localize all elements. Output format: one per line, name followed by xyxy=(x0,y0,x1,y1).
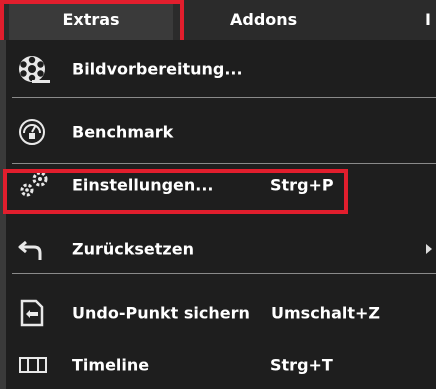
menu-item-benchmark[interactable]: Benchmark xyxy=(6,112,436,152)
undo-arrow-icon xyxy=(16,234,50,264)
menu-item-label: Undo-Punkt sichern xyxy=(72,303,250,323)
menu-addons[interactable]: Addons xyxy=(230,0,297,40)
menu-item-bildvorbereitung[interactable]: Bildvorbereitung... xyxy=(6,49,436,89)
menu-item-einstellungen[interactable]: Einstellungen... Strg+P xyxy=(6,165,436,205)
menu-item-label: Benchmark xyxy=(72,122,174,142)
menu-item-undo-punkt-sichern[interactable]: Undo-Punkt sichern Umschalt+Z xyxy=(6,293,436,333)
menu-item-shortcut: Umschalt+Z xyxy=(271,303,380,323)
save-point-icon xyxy=(16,298,50,328)
menu-bar: Extras Addons I xyxy=(0,0,436,40)
menu-item-label: Zurücksetzen xyxy=(72,239,194,259)
menu-item-label: Bildvorbereitung... xyxy=(72,59,243,79)
film-reel-icon xyxy=(16,54,50,84)
extras-dropdown-menu: Bildvorbereitung... Benchmark Einstellun… xyxy=(0,40,436,389)
gears-icon xyxy=(16,170,50,200)
menu-extras[interactable]: Extras xyxy=(9,0,173,40)
menu-truncated[interactable]: I xyxy=(425,0,436,40)
menu-item-timeline[interactable]: Timeline Strg+T xyxy=(6,345,436,385)
submenu-arrow-icon xyxy=(426,244,432,254)
menu-item-shortcut: Strg+T xyxy=(270,355,333,375)
speedometer-icon xyxy=(16,117,50,147)
menu-separator xyxy=(12,163,436,164)
menu-item-label: Timeline xyxy=(72,355,150,375)
timeline-icon xyxy=(16,350,50,380)
menu-item-zuruecksetzen[interactable]: Zurücksetzen xyxy=(6,229,436,269)
menu-item-label: Einstellungen... xyxy=(72,175,214,195)
menu-separator xyxy=(12,97,436,98)
menu-item-shortcut: Strg+P xyxy=(270,175,334,195)
menu-separator xyxy=(12,273,436,274)
